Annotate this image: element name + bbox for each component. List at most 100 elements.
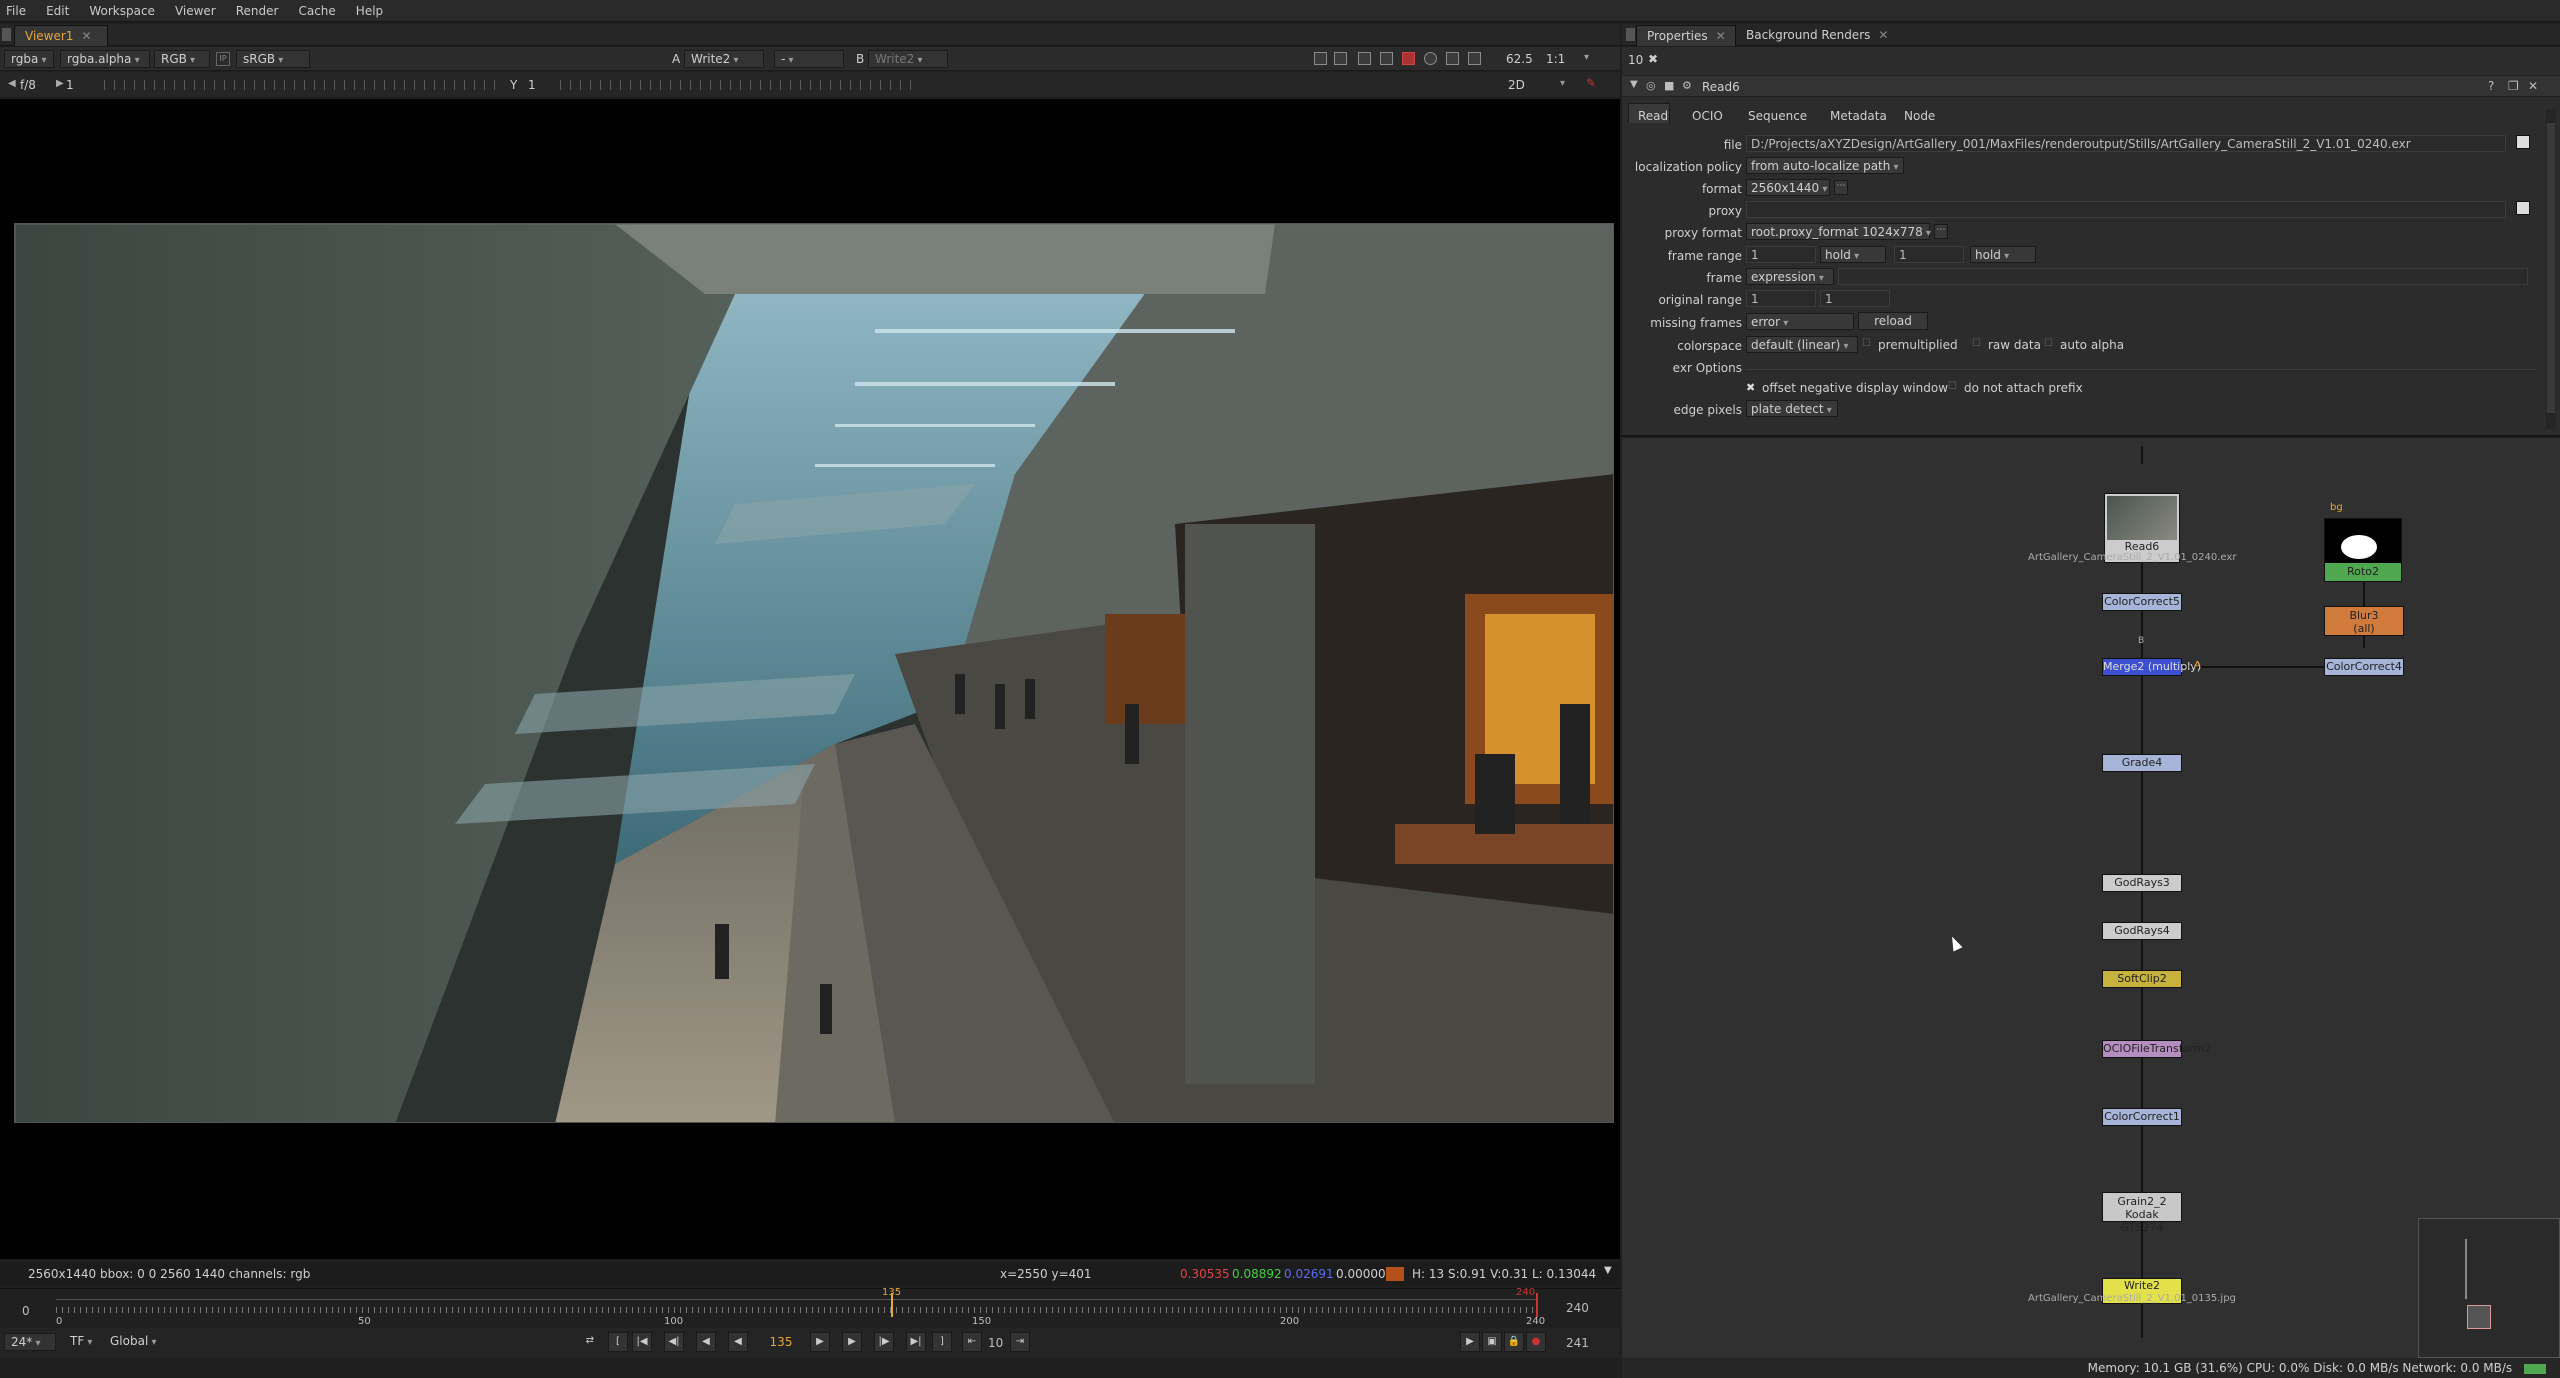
gamma-slider[interactable] [560, 80, 920, 90]
help-icon[interactable]: ? [2488, 79, 2494, 93]
ratio-dropdown-icon[interactable]: ▾ [1584, 52, 1589, 63]
format-edit-icon[interactable]: ⋯ [1834, 180, 1848, 195]
next-keyframe-button[interactable]: |▶ [874, 1332, 894, 1352]
gain-toggle-icon[interactable]: ◀ [8, 78, 16, 89]
before-dropdown[interactable]: hold [1820, 246, 1886, 263]
current-frame-field[interactable]: 135 [756, 1332, 806, 1352]
frame-ruler[interactable] [56, 1307, 1536, 1313]
offset-checkbox[interactable]: ✖ [1746, 381, 1755, 394]
grain-node[interactable]: Grain2_2 Kodak GT5274 [2102, 1192, 2182, 1234]
next-frame-button[interactable]: ▶ [842, 1332, 862, 1352]
node-graph-minimap[interactable] [2418, 1218, 2560, 1358]
prev-keyframe-button[interactable]: ◀| [664, 1332, 684, 1352]
clip-warning-icon[interactable] [1402, 52, 1415, 65]
subtab-sequence[interactable]: Sequence [1748, 109, 1807, 123]
last-frame-button[interactable]: ▶| [906, 1332, 926, 1352]
close-icon[interactable]: ✕ [1878, 28, 1888, 42]
record-icon[interactable]: ● [1526, 1332, 1546, 1352]
missing-frames-dropdown[interactable]: error [1746, 313, 1854, 330]
out-point-marker[interactable] [1536, 1293, 1538, 1317]
close-icon[interactable]: ✕ [1716, 29, 1726, 43]
loop-icon[interactable]: ⇄ [580, 1332, 600, 1352]
pixel-ratio[interactable]: 1:1 [1546, 52, 1565, 66]
minimap-viewport[interactable] [2467, 1305, 2491, 1329]
file-input[interactable]: D:/Projects/aXYZDesign/ArtGallery_001/Ma… [1746, 135, 2506, 152]
merge-node[interactable]: Merge2 (multiply) [2102, 658, 2201, 676]
proxy-icon[interactable] [1380, 52, 1393, 65]
timeline-start[interactable]: 0 [22, 1304, 30, 1318]
proxy-format-dropdown[interactable]: root.proxy_format 1024x778 [1746, 223, 1930, 240]
prev-frame-button[interactable]: ◀ [696, 1332, 716, 1352]
gamma-value[interactable]: 1 [528, 78, 536, 92]
gain-step-icon[interactable]: ▶ [56, 78, 64, 89]
colorcorrect5-node[interactable]: ColorCorrect5 [2102, 593, 2182, 611]
close-icon[interactable]: ✕ [2528, 79, 2538, 93]
step-value[interactable]: 10 [988, 1336, 1003, 1350]
reload-button[interactable]: reload [1858, 312, 1928, 330]
close-icon[interactable]: ✕ [81, 29, 91, 43]
menu-help[interactable]: Help [356, 4, 383, 18]
lock-range-icon[interactable]: 🔒 [1504, 1332, 1524, 1352]
viewer-canvas[interactable] [0, 99, 1620, 1259]
first-frame-button[interactable]: |◀ [632, 1332, 652, 1352]
colorcorrect4-node[interactable]: ColorCorrect4 [2324, 658, 2404, 676]
proxy-browse-icon[interactable] [2516, 201, 2530, 215]
tab-viewer1[interactable]: Viewer1 ✕ [14, 25, 108, 46]
frame-expression-input[interactable] [1838, 268, 2528, 285]
proxy-format-edit-icon[interactable]: ⋯ [1934, 224, 1948, 239]
alpha-channel-dropdown[interactable]: rgba.alpha [60, 50, 150, 68]
step-back-button[interactable]: ⇤ [962, 1332, 982, 1352]
in-point-button[interactable]: [ [608, 1332, 628, 1352]
refresh-icon[interactable] [1424, 52, 1437, 65]
menu-cache[interactable]: Cache [298, 4, 335, 18]
info-dropdown-icon[interactable]: ▼ [1604, 1265, 1612, 1276]
gain-value[interactable]: 1 [66, 78, 74, 92]
frame-mode-dropdown[interactable]: expression [1746, 268, 1834, 285]
play-backward-button[interactable]: ◀ [728, 1332, 748, 1352]
wipe-mode-dropdown[interactable]: - [774, 50, 844, 68]
paint-icon[interactable]: ✎ [1586, 76, 1596, 90]
subtab-node[interactable]: Node [1904, 109, 1935, 123]
format-dropdown[interactable]: 2560x1440 [1746, 179, 1830, 196]
grade4-node[interactable]: Grade4 [2102, 754, 2182, 772]
play-forward-button[interactable]: ▶ [810, 1332, 830, 1352]
godrays4-node[interactable]: GodRays4 [2102, 922, 2182, 940]
timeline-end[interactable]: 240 [1566, 1301, 1589, 1315]
pause-icon[interactable] [1468, 52, 1481, 65]
menu-edit[interactable]: Edit [46, 4, 69, 18]
ociofiletransform-node[interactable]: OCIOFileTransform2 [2102, 1040, 2211, 1058]
channels-dropdown[interactable]: rgba [4, 50, 54, 68]
colorcorrect1-node[interactable]: ColorCorrect1 [2102, 1108, 2182, 1126]
timeline[interactable]: 0 0 50 100 150 200 240 135 240 240 [0, 1287, 1620, 1328]
blur3-node[interactable]: Blur3 (all) [2324, 606, 2404, 636]
a-input-dropdown[interactable]: Write2 [684, 50, 764, 68]
raw-data-checkbox[interactable]: ☐ [1972, 338, 1981, 349]
edge-pixels-dropdown[interactable]: plate detect [1746, 400, 1838, 417]
overlay-icon[interactable] [1334, 52, 1347, 65]
auto-alpha-checkbox[interactable]: ☐ [2044, 338, 2053, 349]
lock-icon[interactable] [1446, 52, 1459, 65]
b-input-dropdown[interactable]: Write2 [868, 50, 948, 68]
softclip2-node[interactable]: SoftClip2 [2102, 970, 2182, 988]
proxy-input[interactable] [1746, 201, 2506, 218]
roto2-node[interactable]: Roto2 [2324, 518, 2402, 582]
frame-range-end[interactable]: 1 [1894, 246, 1964, 263]
after-dropdown[interactable]: hold [1970, 246, 2036, 263]
view-mode[interactable]: 2D [1508, 78, 1525, 92]
lut-dropdown[interactable]: sRGB [236, 50, 310, 68]
menu-viewer[interactable]: Viewer [175, 4, 216, 18]
colorspace-dropdown[interactable]: default (linear) [1746, 336, 1858, 353]
scrollbar-thumb[interactable] [2547, 123, 2555, 413]
original-range-start[interactable]: 1 [1746, 290, 1816, 307]
pane-menu-icon[interactable] [2, 28, 11, 41]
properties-scrollbar[interactable] [2546, 109, 2556, 429]
file-browse-icon[interactable] [2516, 135, 2530, 149]
flipbook-icon[interactable]: ▶ [1460, 1332, 1480, 1352]
monitor-icon[interactable]: ▣ [1482, 1332, 1502, 1352]
menu-render[interactable]: Render [236, 4, 279, 18]
roi-icon[interactable] [1314, 52, 1327, 65]
tf-dropdown[interactable]: TF [64, 1333, 100, 1351]
node-graph[interactable]: Read6 ArtGallery_CameraStill_2_V1.01_024… [1622, 438, 2560, 1358]
subtab-metadata[interactable]: Metadata [1830, 109, 1887, 123]
view-mode-dropdown-icon[interactable]: ▾ [1560, 78, 1565, 89]
